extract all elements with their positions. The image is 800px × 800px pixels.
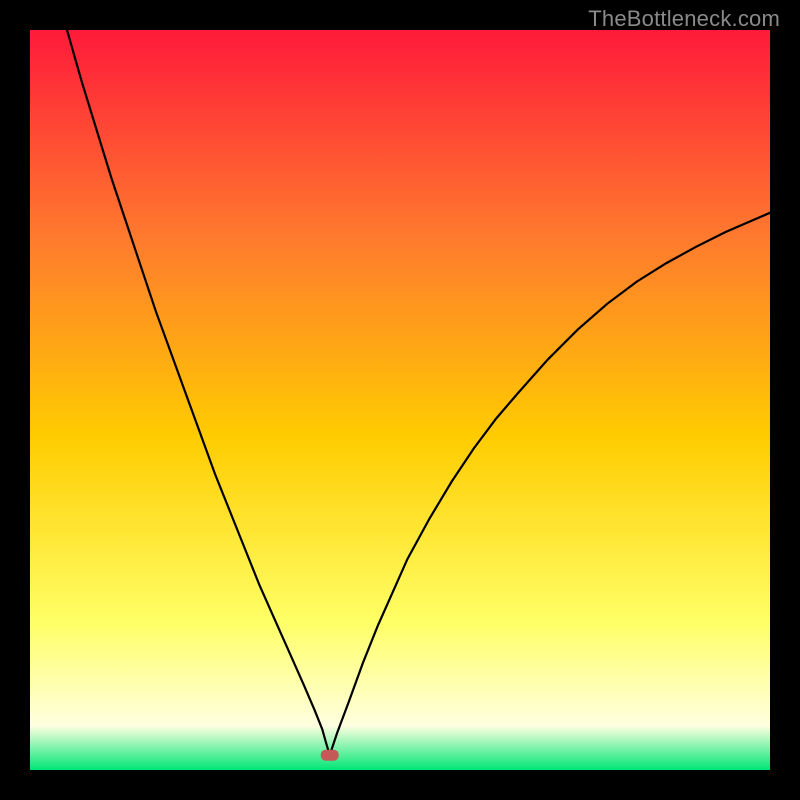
min-marker	[321, 750, 339, 761]
chart-svg	[30, 30, 770, 770]
gradient-background	[30, 30, 770, 770]
chart-frame: TheBottleneck.com	[0, 0, 800, 800]
plot-area	[30, 30, 770, 770]
watermark-text: TheBottleneck.com	[588, 6, 780, 32]
